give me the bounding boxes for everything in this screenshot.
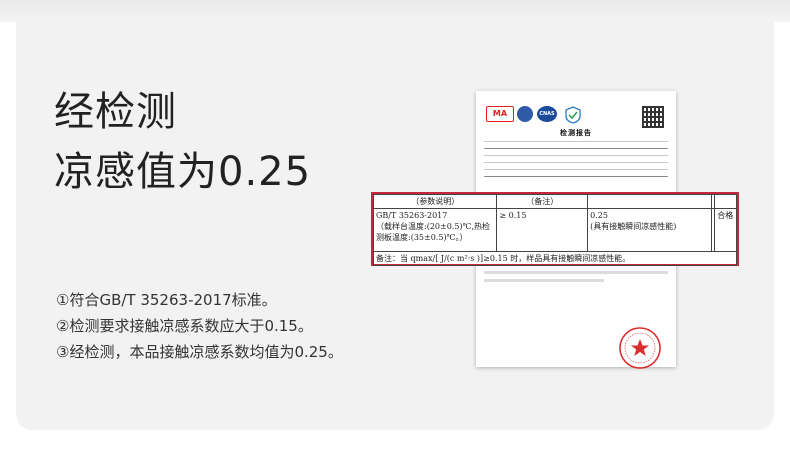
header-result xyxy=(587,194,712,209)
cma-logo-icon: MA xyxy=(486,106,514,122)
headline-line-1: 经检测 xyxy=(54,89,177,135)
report-title: 检测报告 xyxy=(560,129,592,137)
cnas-logo-text: CNAS xyxy=(539,111,555,117)
requirement-cell: ≥ 0.15 xyxy=(496,208,589,252)
test-condition-line-1: （载样台温度:(20±0.5)℃,热检 xyxy=(376,222,491,231)
report-text-line xyxy=(484,271,668,274)
header-remark: （备注） xyxy=(496,194,589,209)
report-text-line xyxy=(484,279,604,282)
report-summary-lines xyxy=(484,141,668,183)
parameter-cell: GB/T 35263-2017 （载样台温度:(20±0.5)℃,热检 测板温度… xyxy=(372,208,498,252)
certification-logo-icon xyxy=(565,106,581,124)
verdict-cell: 合格 xyxy=(714,208,737,252)
test-condition-line-2: 测板温度:(35±0.5)℃。） xyxy=(376,233,468,242)
note-item-1: ①符合GB/T 35263-2017标准。 xyxy=(56,291,277,309)
standard-code: GB/T 35263-2017 xyxy=(376,211,448,220)
header-parameter: （参数说明） xyxy=(372,194,498,209)
result-value: 0.25 xyxy=(590,211,608,220)
note-item-3: ③经检测，本品接触凉感系数均值为0.25。 xyxy=(56,343,343,361)
inspection-stamp-icon xyxy=(619,327,661,369)
magnified-results-table: （参数说明） （备注） GB/T 35263-2017 （载样台温度:(20±0… xyxy=(371,192,739,266)
header-verdict xyxy=(714,194,737,209)
top-strip xyxy=(0,0,790,22)
cnas-logo-icon: CNAS xyxy=(537,106,557,122)
qr-code-icon xyxy=(642,106,664,128)
result-cell: 0.25 (具有接触瞬间凉感性能) xyxy=(587,208,712,252)
remark-row: 备注：当 qmax/[ J/(c m²·s )]≥0.15 时，样品具有接触瞬间… xyxy=(373,251,737,266)
ilac-mra-logo-icon xyxy=(517,106,533,122)
note-list: ①符合GB/T 35263-2017标准。 ②检测要求接触凉感系数应大于0.15… xyxy=(56,287,343,365)
result-note: (具有接触瞬间凉感性能) xyxy=(590,222,677,231)
note-item-2: ②检测要求接触凉感系数应大于0.15。 xyxy=(56,317,313,335)
headline-line-2: 凉感值为0.25 xyxy=(54,149,312,195)
